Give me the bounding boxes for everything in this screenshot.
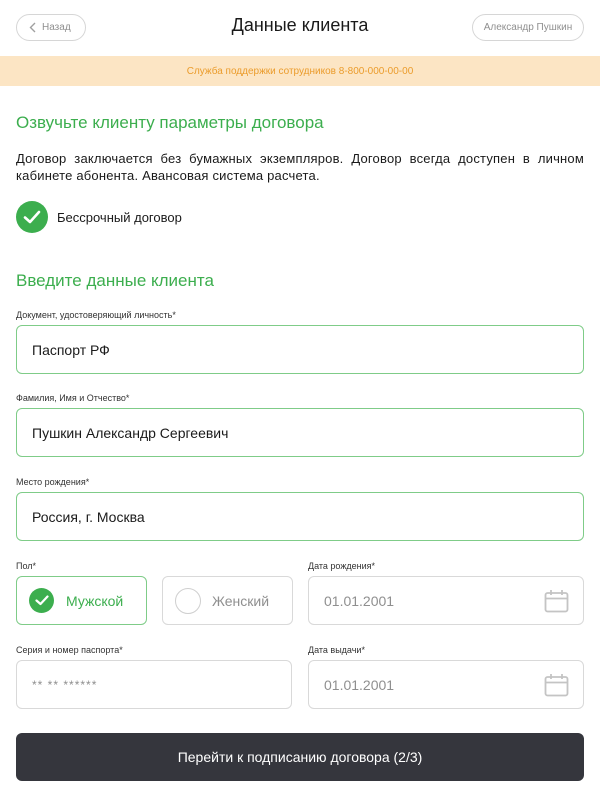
- passport-label: Серия и номер паспорта*: [16, 645, 123, 655]
- document-select[interactable]: Паспорт РФ: [16, 325, 584, 374]
- contract-description: Договор заключается без бумажных экземпл…: [16, 151, 584, 183]
- fio-value: Пушкин Александр Сергеевич: [32, 424, 229, 441]
- perpetual-contract-label: Бессрочный договор: [57, 209, 182, 225]
- submit-button[interactable]: Перейти к подписанию договора (2/3): [16, 733, 584, 781]
- gender-female-label: Женский: [212, 592, 270, 609]
- gender-female-option[interactable]: Женский: [162, 576, 293, 625]
- user-button[interactable]: Александр Пушкин: [472, 14, 584, 41]
- header: Назад Данные клиента Александр Пушкин: [0, 0, 600, 56]
- issue-date-label: Дата выдачи*: [308, 645, 365, 655]
- issue-date-value: 01.01.2001: [324, 676, 395, 693]
- fio-label: Фамилия, Имя и Отчество*: [16, 393, 130, 403]
- passport-placeholder: ** ** ******: [32, 677, 98, 692]
- check-icon: [16, 201, 48, 233]
- birthdate-input[interactable]: 01.01.2001: [308, 576, 584, 625]
- birthplace-label: Место рождения*: [16, 477, 90, 487]
- client-section-title: Введите данные клиента: [16, 271, 214, 290]
- document-label: Документ, удостоверяющий личность*: [16, 310, 176, 320]
- contract-section-title: Озвучьте клиенту параметры договора: [16, 113, 324, 132]
- gender-male-option[interactable]: Мужской: [16, 576, 147, 625]
- document-value: Паспорт РФ: [32, 341, 110, 358]
- birthdate-value: 01.01.2001: [324, 592, 395, 609]
- birthplace-input[interactable]: Россия, г. Москва: [16, 492, 584, 541]
- birthdate-label: Дата рождения*: [308, 561, 375, 571]
- gender-male-label: Мужской: [66, 592, 124, 609]
- calendar-icon[interactable]: [544, 673, 569, 697]
- fio-input[interactable]: Пушкин Александр Сергеевич: [16, 408, 584, 457]
- perpetual-contract-checkbox[interactable]: Бессрочный договор: [16, 201, 182, 233]
- birthplace-value: Россия, г. Москва: [32, 508, 145, 525]
- radio-empty-icon: [175, 587, 201, 614]
- check-icon: [29, 588, 54, 613]
- passport-input[interactable]: ** ** ******: [16, 660, 292, 709]
- support-banner: Служба поддержки сотрудников 8-800-000-0…: [0, 56, 600, 86]
- calendar-icon[interactable]: [544, 589, 569, 613]
- issue-date-input[interactable]: 01.01.2001: [308, 660, 584, 709]
- gender-label: Пол*: [16, 561, 37, 571]
